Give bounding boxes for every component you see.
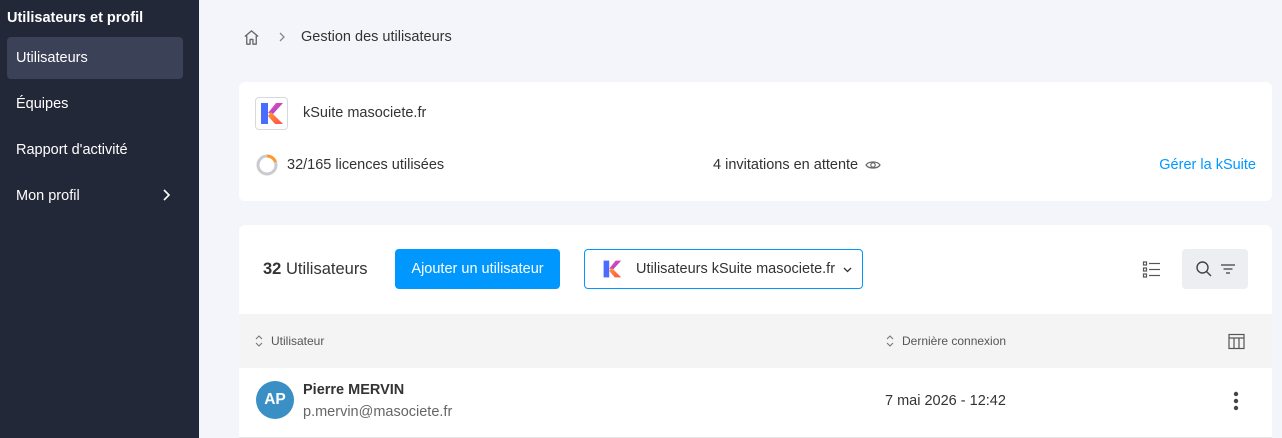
eye-icon[interactable] xyxy=(865,157,881,173)
user-name: Pierre MERVIN xyxy=(303,382,405,398)
sidebar: Utilisateurs et profil Utilisateurs Équi… xyxy=(0,0,199,438)
chevron-right-icon xyxy=(163,189,171,201)
columns-icon[interactable] xyxy=(1228,333,1245,350)
breadcrumb-current: Gestion des utilisateurs xyxy=(301,29,452,45)
licence-usage-ring xyxy=(256,154,278,176)
licence-count: 32/165 licences utilisées xyxy=(287,157,445,173)
manage-ksuite-link[interactable]: Gérer la kSuite xyxy=(1159,157,1256,173)
add-user-button[interactable]: Ajouter un utilisateur xyxy=(395,249,560,289)
filter-selected-value: Utilisateurs kSuite masociete.fr xyxy=(636,261,836,277)
ksuite-filter-select[interactable]: Utilisateurs kSuite masociete.fr xyxy=(584,249,863,289)
sidebar-item-label: Rapport d'activité xyxy=(16,142,128,158)
column-header-last-login[interactable]: Dernière connexion xyxy=(885,334,1006,348)
sidebar-item-rapport-activite[interactable]: Rapport d'activité xyxy=(7,129,183,171)
table-row[interactable]: AP Pierre MERVIN p.mervin@masociete.fr 7… xyxy=(239,368,1272,438)
users-card: 32 Utilisateurs Ajouter un utilisateur U… xyxy=(239,225,1272,438)
list-view-icon[interactable] xyxy=(1142,260,1161,279)
user-count-label: Utilisateurs xyxy=(285,260,368,278)
avatar: AP xyxy=(256,381,294,419)
search-filter-toggle[interactable] xyxy=(1182,249,1248,289)
ksuite-logo xyxy=(255,97,288,130)
sidebar-item-mon-profil[interactable]: Mon profil xyxy=(7,175,183,217)
sidebar-item-label: Équipes xyxy=(16,96,69,112)
breadcrumb: Gestion des utilisateurs xyxy=(242,27,452,47)
pending-invitations: 4 invitations en attente xyxy=(713,157,881,173)
ksuite-logo-icon xyxy=(603,260,622,278)
ksuite-name: kSuite masociete.fr xyxy=(303,105,427,121)
sidebar-title: Utilisateurs et profil xyxy=(7,10,144,26)
sort-icon xyxy=(255,335,263,347)
search-icon xyxy=(1195,261,1211,277)
sidebar-item-utilisateurs[interactable]: Utilisateurs xyxy=(7,37,183,79)
sidebar-item-equipes[interactable]: Équipes xyxy=(7,83,183,125)
user-last-login: 7 mai 2026 - 12:42 xyxy=(885,393,1006,409)
user-email: p.mervin@masociete.fr xyxy=(303,404,453,420)
sidebar-item-label: Mon profil xyxy=(16,188,80,204)
user-count-number: 32 xyxy=(263,260,282,278)
pending-invitations-label: 4 invitations en attente xyxy=(713,157,859,173)
column-header-label: Dernière connexion xyxy=(902,334,1007,348)
ksuite-logo-icon xyxy=(261,103,283,124)
column-header-label: Utilisateur xyxy=(271,334,325,348)
column-header-user[interactable]: Utilisateur xyxy=(254,334,324,348)
sidebar-item-label: Utilisateurs xyxy=(16,50,88,66)
user-count: 32 Utilisateurs xyxy=(263,260,368,279)
chevron-down-icon xyxy=(843,267,852,273)
sort-icon xyxy=(886,335,894,347)
table-header: Utilisateur Dernière connexion xyxy=(239,314,1272,368)
chevron-right-icon xyxy=(279,32,285,42)
filter-icon xyxy=(1220,264,1235,274)
ksuite-card: kSuite masociete.fr 32/165 licences util… xyxy=(239,82,1272,201)
more-options-icon[interactable] xyxy=(1229,390,1243,412)
home-icon[interactable] xyxy=(242,28,261,47)
